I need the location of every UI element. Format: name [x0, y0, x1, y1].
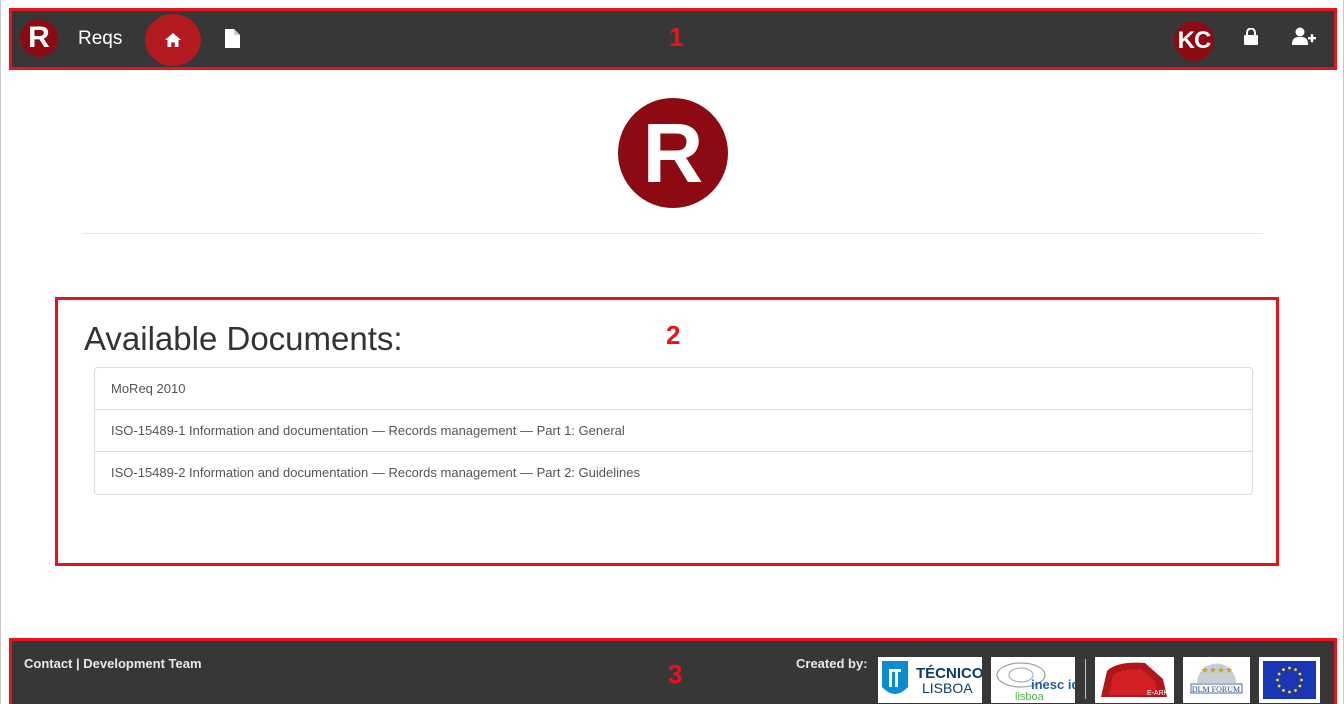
tecnico-lisboa-logo[interactable]: TÉCNICO LISBOA: [878, 657, 982, 703]
region-marker-2: 2: [666, 320, 681, 350]
svg-text:★★★★: ★★★★: [1201, 666, 1233, 676]
eu-flag-logo[interactable]: [1259, 657, 1320, 703]
tecnico-lisboa-logo-graphic: TÉCNICO LISBOA: [882, 661, 982, 696]
user-plus-icon: [1292, 27, 1316, 45]
lock-button[interactable]: [1244, 27, 1262, 48]
document-item-moreq[interactable]: MoReq 2010: [95, 368, 1252, 410]
brand-logo[interactable]: R: [20, 19, 58, 57]
svg-text:LISBOA: LISBOA: [922, 680, 973, 696]
inesc-id-logo-graphic: inesc id lisboa: [996, 662, 1075, 703]
document-item-iso-15489-2[interactable]: ISO-15489-2 Information and documentatio…: [95, 452, 1252, 494]
development-team-link[interactable]: Development Team: [83, 656, 201, 671]
documents-title: Available Documents:: [84, 320, 403, 357]
documents-list: MoReq 2010 ISO-15489-1 Information and d…: [94, 367, 1253, 495]
documents-button[interactable]: [222, 27, 242, 49]
file-icon: [224, 28, 240, 48]
home-icon: [165, 33, 181, 47]
brand-name[interactable]: Reqs: [78, 28, 122, 50]
svg-text:DLM FORUM: DLM FORUM: [1192, 685, 1240, 694]
dlm-forum-logo[interactable]: ★★★★ DLM FORUM: [1183, 657, 1250, 703]
top-navbar: R Reqs 1 KC: [9, 8, 1337, 70]
svg-text:lisboa: lisboa: [1015, 691, 1045, 703]
add-user-button[interactable]: [1292, 27, 1318, 49]
svg-text:E-ARK: E-ARK: [1147, 690, 1169, 697]
eu-flag-icon: [1263, 661, 1316, 699]
region-marker-3: 3: [668, 659, 683, 689]
e-ark-logo[interactable]: E-ARK: [1095, 657, 1174, 703]
region-marker-1: 1: [669, 22, 684, 52]
lock-icon: [1244, 27, 1258, 45]
dlm-forum-logo-graphic: ★★★★ DLM FORUM: [1190, 663, 1243, 694]
main-logo: R: [618, 98, 728, 208]
page-frame: R Reqs 1 KC R Available Documents: 2 MoR…: [0, 0, 1344, 704]
documents-panel: Available Documents: 2 MoReq 2010 ISO-15…: [55, 297, 1279, 566]
divider: [83, 233, 1263, 234]
footer-links: Contact | Development Team: [24, 656, 202, 671]
footer: Contact | Development Team 3 Created by:…: [9, 638, 1337, 704]
created-by-label: Created by:: [796, 656, 868, 671]
e-ark-logo-graphic: E-ARK: [1101, 662, 1169, 697]
footer-divider: |: [76, 656, 80, 671]
svg-text:inesc id: inesc id: [1031, 677, 1075, 692]
inesc-id-logo[interactable]: inesc id lisboa: [991, 657, 1075, 703]
user-avatar[interactable]: KC: [1174, 21, 1214, 61]
contact-link[interactable]: Contact: [24, 656, 72, 671]
document-item-iso-15489-1[interactable]: ISO-15489-1 Information and documentatio…: [95, 410, 1252, 452]
partner-separator: [1085, 659, 1086, 699]
home-button[interactable]: [145, 14, 201, 66]
